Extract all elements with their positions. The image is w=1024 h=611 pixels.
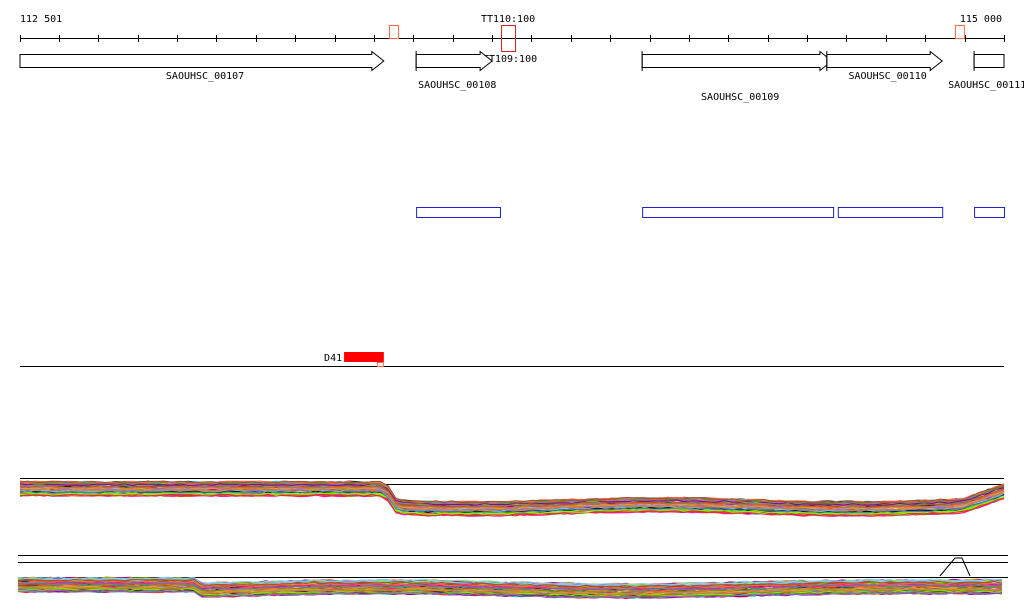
operon-track	[416, 207, 1005, 218]
expression-peak	[939, 557, 971, 577]
operon-box	[642, 207, 835, 218]
marker-box	[954, 25, 965, 39]
operon-box	[416, 207, 501, 218]
gene-label: SAOUHSC_00107	[166, 71, 244, 82]
genome-browser-view[interactable]: 112 501 115 000 TT110:100 TT109:100 SAOUH…	[0, 0, 1024, 611]
feature-marker	[376, 362, 384, 367]
gene-label: SAOUHSC_00109	[701, 92, 779, 103]
gene-saouhsc_00107[interactable]: SAOUHSC_00107	[19, 50, 385, 83]
gene-label: SAOUHSC_00110	[848, 71, 926, 82]
marker-box	[389, 25, 400, 39]
terminator-label: TT110:100	[481, 14, 535, 25]
gene-label: SAOUHSC_00111	[948, 80, 1024, 91]
terminator-label: TT109:100	[483, 54, 537, 65]
operon-box	[974, 207, 1005, 218]
feature-bar	[344, 352, 384, 362]
gene-saouhsc_00111[interactable]: SAOUHSC_00111	[948, 51, 1024, 91]
operon-box	[837, 207, 944, 218]
gene-saouhsc_00110[interactable]: SAOUHSC_00110	[826, 50, 943, 82]
axis-start-label: 112 501	[20, 14, 62, 25]
gene-arrow	[415, 50, 493, 72]
gene-saouhsc_00108[interactable]: SAOUHSC_00108	[415, 50, 496, 91]
gene-arrow	[19, 50, 385, 72]
feature-track: D41	[20, 352, 1004, 367]
gene-arrow	[826, 50, 943, 72]
gene-saouhsc_00109[interactable]: SAOUHSC_00109	[641, 50, 833, 103]
axis-end-label: 115 000	[960, 14, 1002, 25]
feature-label: D41	[324, 353, 342, 364]
gene-arrow	[641, 50, 833, 72]
gene-label: SAOUHSC_00108	[418, 80, 496, 91]
expression-track	[17, 478, 1008, 600]
gene-box	[973, 54, 1005, 68]
